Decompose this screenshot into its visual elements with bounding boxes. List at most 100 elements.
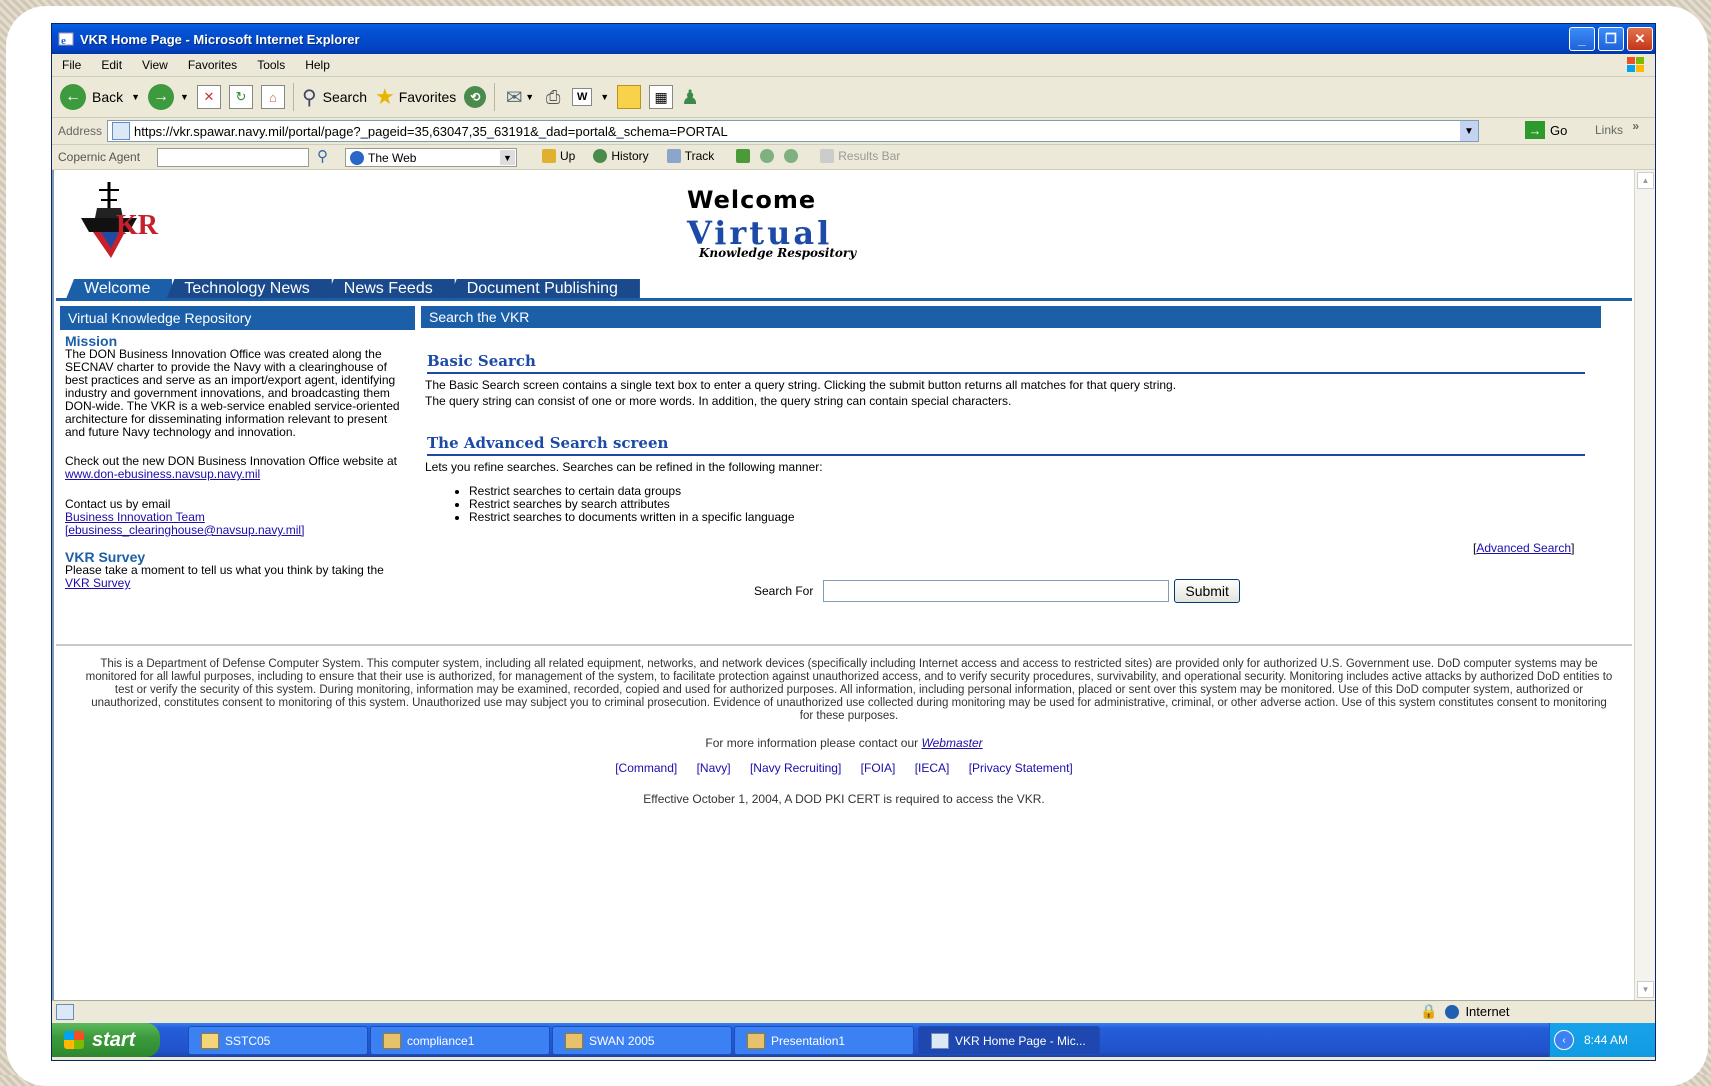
start-button[interactable]: start (52, 1023, 160, 1057)
chevron-down-icon[interactable]: ▼ (180, 92, 189, 102)
restore-button[interactable]: ❐ (1598, 27, 1624, 51)
advanced-search-link[interactable]: Advanced Search (1476, 541, 1571, 555)
windows-logo-icon (64, 1031, 84, 1049)
privacy-statement-link[interactable]: [Privacy Statement] (969, 761, 1073, 775)
navy-link[interactable]: [Navy] (697, 761, 731, 775)
task-vkr-home-page[interactable]: VKR Home Page - Mic... (918, 1026, 1100, 1055)
globe-icon (350, 150, 364, 165)
tab-technology-news[interactable]: Technology News (166, 279, 332, 299)
vertical-scrollbar[interactable]: ▲ ▼ (1634, 170, 1655, 1000)
survey-link[interactable]: VKR Survey (65, 576, 130, 590)
submit-button[interactable]: Submit (1174, 579, 1240, 603)
tab-welcome[interactable]: Welcome (66, 279, 173, 299)
menu-bar: File Edit View Favorites Tools Help (52, 54, 1655, 77)
search-for-label: Search For (754, 584, 814, 598)
folder-button[interactable] (617, 85, 642, 109)
menu-file[interactable]: File (52, 58, 91, 72)
ieca-link[interactable]: [IECA] (915, 761, 950, 775)
webmaster-link[interactable]: Webmaster (921, 736, 982, 750)
forward-button[interactable]: → ▼ (148, 84, 189, 110)
messenger-button[interactable]: ♟ (681, 85, 699, 110)
chevron-left-icon[interactable]: ‹ (1554, 1030, 1574, 1050)
refresh-icon: ↻ (228, 85, 253, 109)
task-swan-2005[interactable]: SWAN 2005 (552, 1026, 732, 1055)
copernic-scope-select[interactable]: The Web ▼ (345, 148, 517, 167)
ie-icon (931, 1032, 949, 1049)
address-url[interactable]: https://vkr.spawar.navy.mil/portal/page?… (134, 124, 728, 139)
contact-line: For more information please contact our … (54, 736, 1634, 750)
chevron-down-icon[interactable]: ▼ (131, 92, 140, 102)
research-icon: ▦ (649, 85, 674, 109)
history-icon: ⟲ (464, 86, 487, 108)
tab-news-feeds[interactable]: News Feeds (325, 279, 455, 299)
history-button[interactable]: History (593, 149, 649, 163)
prev-button[interactable] (760, 149, 778, 163)
search-icon[interactable]: ⚲ (317, 147, 328, 165)
back-button[interactable]: ← Back ▼ (60, 84, 140, 110)
close-button[interactable]: ✕ (1627, 27, 1653, 51)
go-button[interactable]: → Go (1525, 121, 1567, 139)
stop-button[interactable]: ✕ (196, 85, 221, 109)
highlight-button[interactable] (736, 149, 754, 163)
task-compliance1[interactable]: compliance1 (370, 1026, 550, 1055)
advanced-search-link-wrap: [Advanced Search] (1473, 541, 1575, 555)
start-label: start (92, 1028, 136, 1051)
search-icon: ⚲ (301, 86, 317, 109)
website-link[interactable]: www.don-ebusiness.navsup.navy.mil (65, 467, 260, 481)
page-content: KR Welcome Virtual Knowledge Respository… (52, 170, 1637, 1000)
up-button[interactable]: Up (542, 149, 575, 163)
foia-link[interactable]: [FOIA] (861, 761, 896, 775)
mail-button[interactable]: ✉ ▼ (503, 86, 534, 109)
minimize-button[interactable]: _ (1569, 27, 1595, 51)
chevron-down-icon[interactable]: ▼ (1460, 121, 1478, 141)
chevron-down-icon[interactable]: ▼ (500, 150, 515, 165)
menu-help[interactable]: Help (295, 58, 340, 72)
results-bar-button[interactable]: Results Bar (820, 149, 900, 163)
home-button[interactable]: ⌂ (260, 85, 285, 109)
research-button[interactable]: ▦ (649, 85, 674, 109)
favorites-button[interactable]: ★ Favorites (375, 84, 456, 110)
back-label: Back (92, 89, 124, 105)
menu-view[interactable]: View (132, 58, 178, 72)
mission-text: The DON Business Innovation Office was c… (65, 347, 400, 439)
edit-button[interactable]: W ▼ (572, 88, 609, 106)
print-button[interactable]: ⎙ (542, 86, 564, 108)
menu-favorites[interactable]: Favorites (178, 58, 247, 72)
chevron-down-icon[interactable]: ▼ (525, 92, 534, 102)
address-label: Address (58, 124, 103, 138)
scroll-up-icon[interactable]: ▲ (1637, 172, 1654, 189)
history-label: History (611, 149, 649, 163)
task-presentation1[interactable]: Presentation1 (734, 1026, 914, 1055)
chevron-down-icon[interactable]: ▼ (600, 92, 609, 102)
track-button[interactable]: Track (666, 149, 714, 163)
task-sstc05[interactable]: SSTC05 (188, 1026, 368, 1055)
menu-edit[interactable]: Edit (91, 58, 132, 72)
welcome-heading: Welcome (687, 186, 817, 214)
go-label: Go (1550, 122, 1568, 138)
team-link[interactable]: Business Innovation Team (65, 510, 205, 524)
navy-recruiting-link[interactable]: [Navy Recruiting] (750, 761, 841, 775)
search-button[interactable]: ⚲ Search (302, 85, 367, 110)
task-label: Presentation1 (771, 1033, 846, 1048)
zone-label: Internet (1465, 1004, 1510, 1019)
system-tray: ‹ 8:44 AM (1549, 1023, 1655, 1057)
search-input[interactable] (823, 580, 1170, 602)
title-bar[interactable]: e VKR Home Page - Microsoft Internet Exp… (52, 24, 1655, 54)
refresh-button[interactable]: ↻ (228, 85, 253, 109)
copernic-toolbar: Copernic Agent ⚲ The Web ▼ Up History Tr… (52, 145, 1655, 170)
status-bar: 🔒 Internet (52, 1000, 1655, 1023)
clock[interactable]: 8:44 AM (1584, 1033, 1628, 1047)
go-arrow-icon: → (1525, 121, 1545, 139)
standard-toolbar: ← Back ▼ → ▼ ✕ ↻ ⌂ ⚲ Search ★ Favorites … (52, 77, 1655, 118)
menu-tools[interactable]: Tools (247, 58, 295, 72)
command-link[interactable]: [Command] (615, 761, 677, 775)
links-button[interactable]: Links » (1595, 119, 1639, 137)
email-link[interactable]: [ebusiness_clearinghouse@navsup.navy.mil… (65, 523, 304, 537)
scroll-down-icon[interactable]: ▼ (1637, 981, 1654, 998)
task-label: compliance1 (407, 1033, 475, 1048)
history-button[interactable]: ⟲ (464, 86, 487, 108)
tab-document-publishing[interactable]: Document Publishing (448, 279, 640, 299)
next-button[interactable] (784, 149, 802, 163)
copernic-search-input[interactable] (157, 148, 309, 167)
address-input[interactable]: https://vkr.spawar.navy.mil/portal/page?… (107, 120, 1479, 142)
